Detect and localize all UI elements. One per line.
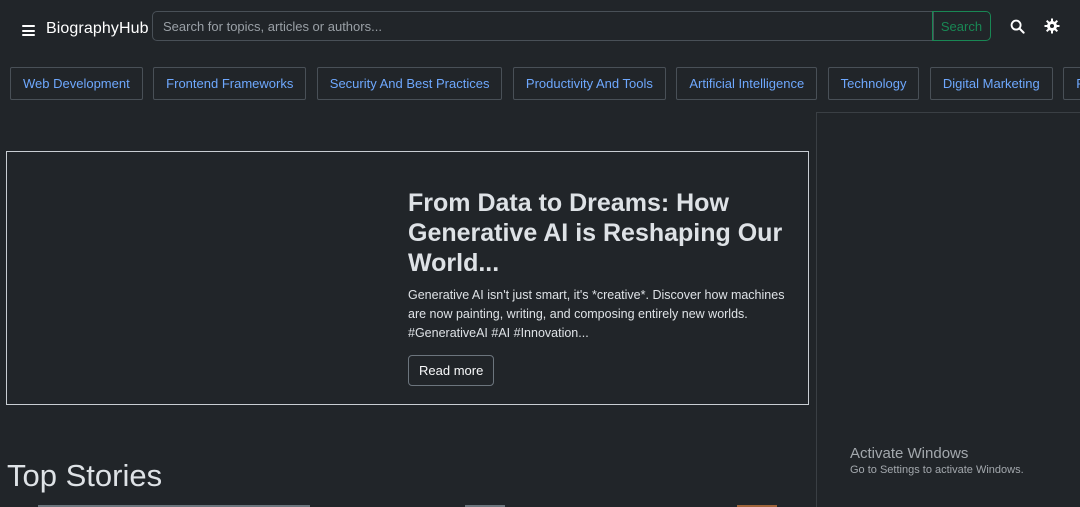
category-frontend-frameworks[interactable]: Frontend Frameworks — [153, 67, 307, 100]
category-web-development[interactable]: Web Development — [10, 67, 143, 100]
top-stories-heading: Top Stories — [7, 458, 163, 493]
activate-windows-watermark: Activate Windows Go to Settings to activ… — [850, 445, 1024, 476]
menu-icon[interactable] — [22, 25, 35, 36]
featured-article-card: From Data to Dreams: How Generative AI i… — [6, 151, 809, 405]
featured-article-excerpt: Generative AI isn't just smart, it's *cr… — [408, 288, 785, 340]
search-button[interactable]: Search — [932, 11, 991, 41]
watermark-title: Activate Windows — [850, 445, 969, 462]
category-security-best-practices[interactable]: Security And Best Practices — [316, 67, 503, 100]
search-input[interactable] — [152, 11, 934, 41]
category-artificial-intelligence[interactable]: Artificial Intelligence — [676, 67, 818, 100]
featured-image[interactable] — [7, 152, 391, 404]
category-digital-marketing[interactable]: Digital Marketing — [929, 67, 1053, 100]
featured-article-title[interactable]: From Data to Dreams: How Generative AI i… — [408, 188, 788, 278]
search-icon[interactable] — [1008, 17, 1026, 35]
read-more-button[interactable]: Read more — [408, 355, 495, 386]
navbar: BiographyHub Search — [0, 0, 1080, 56]
category-technology[interactable]: Technology — [827, 67, 920, 100]
category-nav: Web Development Frontend Frameworks Secu… — [10, 67, 1080, 100]
watermark-subtitle: Go to Settings to activate Windows. — [850, 464, 1024, 476]
category-productivity-tools[interactable]: Productivity And Tools — [512, 67, 666, 100]
featured-article-body: From Data to Dreams: How Generative AI i… — [408, 188, 788, 386]
gear-icon[interactable] — [1043, 17, 1061, 35]
category-product[interactable]: Product — [1063, 67, 1080, 100]
brand-logo[interactable]: BiographyHub — [46, 20, 149, 38]
